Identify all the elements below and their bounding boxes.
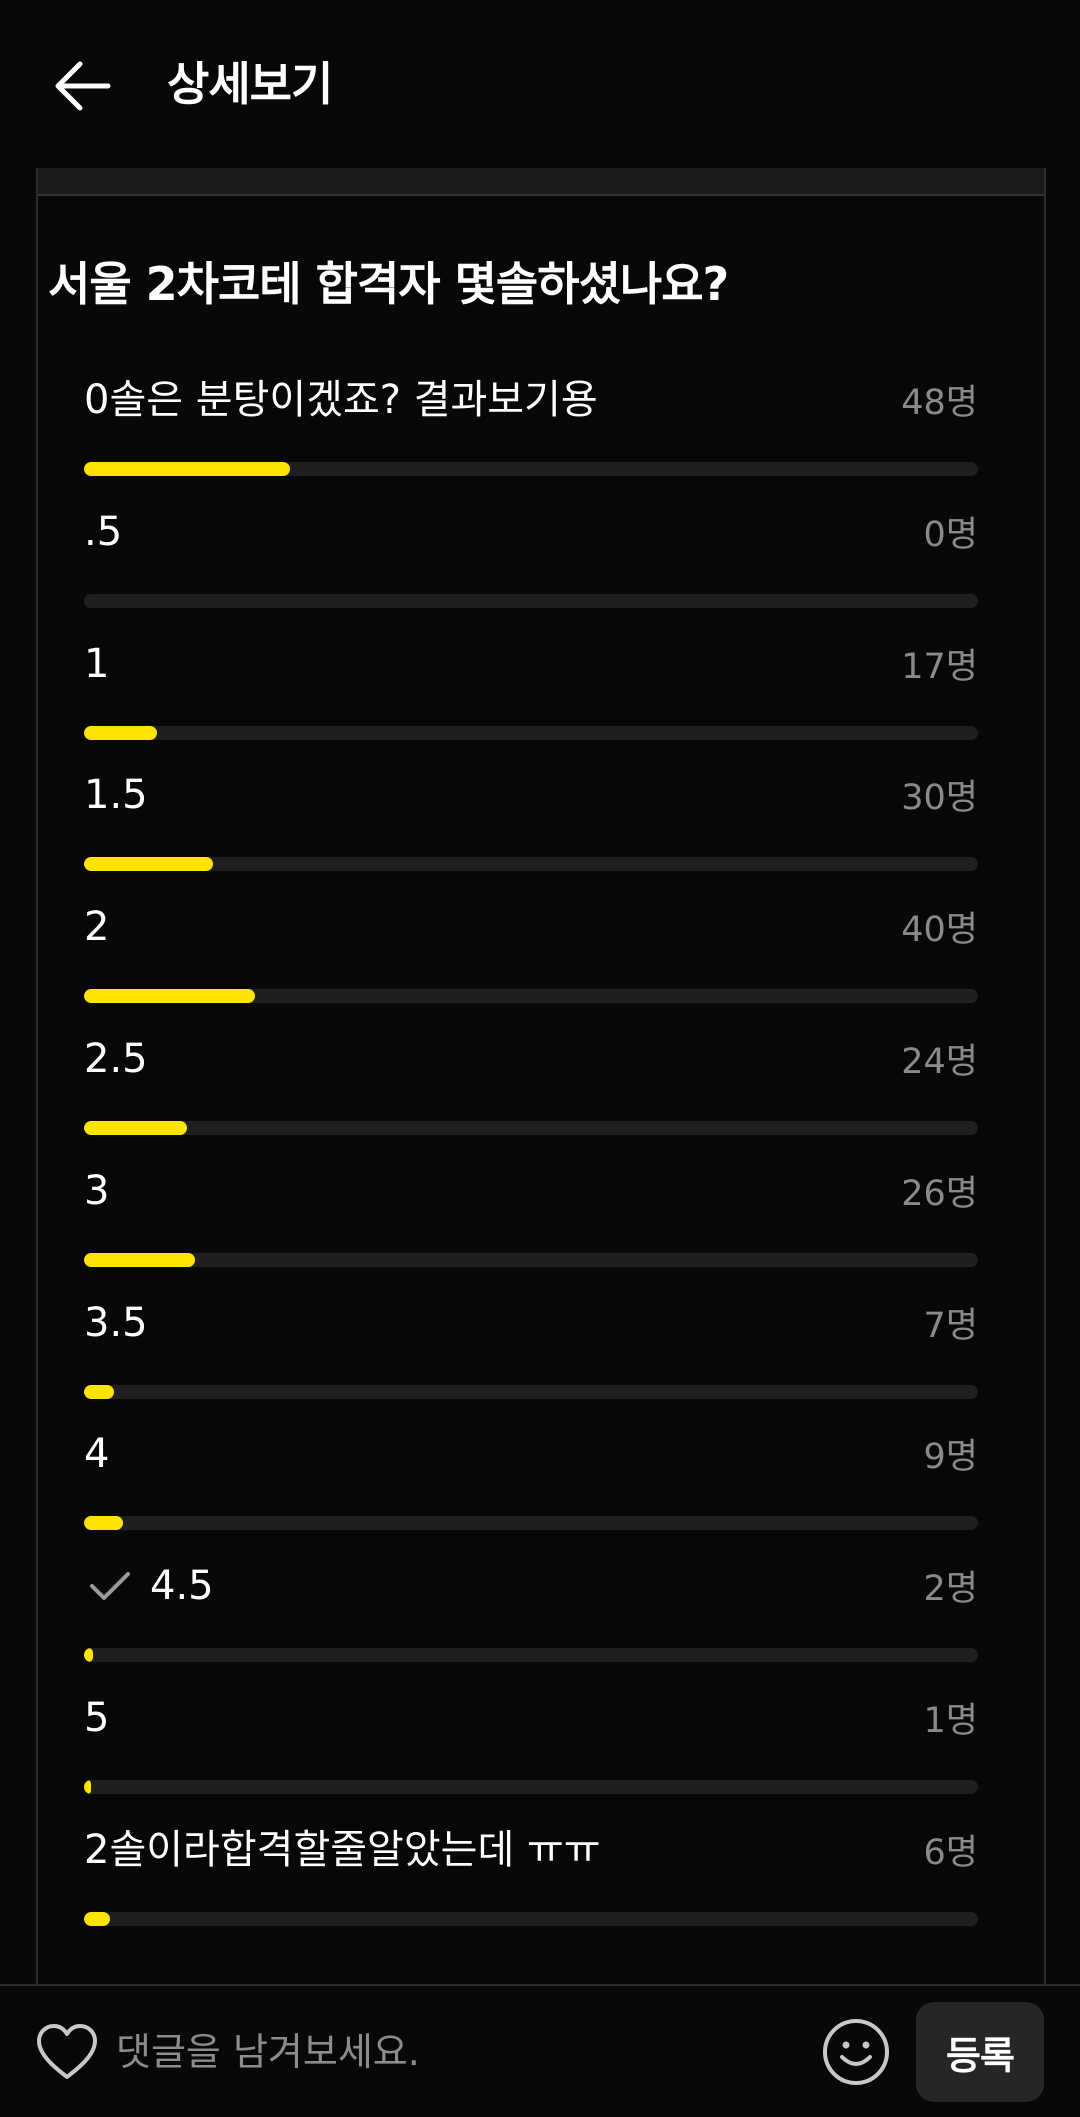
poll-option-label: 0솔은 분탕이겠죠? 결과보기용 [84, 377, 598, 423]
arrow-left-icon [55, 61, 111, 111]
poll-option[interactable]: 4.5 2명 [84, 1556, 978, 1676]
poll-option-bar-fill [84, 1780, 91, 1794]
poll-option[interactable]: .5 0명 [84, 502, 978, 622]
poll-option-vote-count: 30명 [901, 778, 978, 819]
poll-option-bar-track [84, 1780, 978, 1794]
poll-option-label-wrap: 1.5 [84, 765, 148, 825]
poll-option-bar-fill [84, 462, 290, 476]
poll-option-vote-count: 2명 [923, 1569, 978, 1610]
poll-option[interactable]: 3.5 7명 [84, 1293, 978, 1413]
poll-option-bar-fill [84, 1516, 123, 1531]
poll-option-bar-track [84, 725, 978, 740]
poll-option-label: 2 [84, 904, 110, 951]
poll-option-bar-track [84, 462, 978, 476]
poll-option[interactable]: 3 26명 [84, 1161, 978, 1281]
poll-option[interactable]: 0솔은 분탕이겠죠? 결과보기용 48명 [84, 370, 978, 490]
emoji-button[interactable] [820, 2016, 892, 2088]
poll-option-bar-fill [84, 1121, 187, 1135]
poll-option-label-wrap: 2솔이라합격할줄알았는데 ㅠㅠ [84, 1820, 601, 1880]
card-top-band [38, 168, 1044, 196]
poll-question: 서울 2차코테 합격자 몇솔하셨나요? [48, 257, 729, 311]
page-title: 상세보기 [167, 57, 333, 111]
poll-option-bar-fill [84, 1384, 114, 1399]
poll-option-bar-track [84, 857, 978, 872]
poll-option[interactable]: 5 1명 [84, 1688, 978, 1808]
poll-option[interactable]: 2솔이라합격할줄알았는데 ㅠㅠ 6명 [84, 1820, 978, 1940]
heart-outline-icon [37, 2024, 97, 2079]
poll-option-label: 3 [84, 1167, 110, 1214]
poll-option[interactable]: 1 17명 [84, 634, 978, 754]
poll-option-bar-fill [84, 857, 213, 872]
poll-option-bar-fill [84, 989, 256, 1004]
submit-comment-button[interactable]: 등록 [916, 2002, 1044, 2102]
poll-option-bar-track [84, 1121, 978, 1135]
poll-option-bar-track [84, 989, 978, 1004]
poll-option-label-wrap: 4.5 [84, 1556, 214, 1616]
comment-bar: 등록 [0, 1984, 1080, 2117]
poll-option-label-wrap: 5 [84, 1688, 109, 1748]
back-button[interactable] [44, 50, 120, 122]
top-app-bar: 상세보기 [0, 0, 1080, 168]
poll-option-label: 4.5 [150, 1563, 214, 1610]
poll-option-label-wrap: 2.5 [84, 1029, 148, 1089]
poll-option-label: 2솔이라합격할줄알았는데 ㅠㅠ [84, 1826, 601, 1873]
poll-option-bar-track [84, 593, 978, 608]
checkmark-icon [84, 1560, 136, 1612]
poll-option-bar-track [84, 1911, 978, 1926]
poll-option-label: 4 [84, 1431, 110, 1478]
poll-option-label: .5 [84, 508, 123, 555]
poll-option-bar-fill [84, 1648, 93, 1663]
poll-option-bar-fill [84, 1911, 110, 1926]
poll-option-label-wrap: 3.5 [84, 1293, 148, 1353]
poll-option[interactable]: 4 9명 [84, 1424, 978, 1544]
poll-option-bar-fill [84, 1252, 196, 1267]
poll-option-vote-count: 6명 [923, 1832, 978, 1873]
poll-option-vote-count: 48명 [901, 383, 978, 423]
smiley-icon [823, 2019, 889, 2085]
poll-option-label: 1.5 [84, 772, 148, 819]
poll-option-vote-count: 1명 [923, 1701, 978, 1741]
poll-option[interactable]: 1.5 30명 [84, 765, 978, 885]
like-button[interactable] [32, 2020, 102, 2084]
poll-option-bar-track [84, 1648, 978, 1663]
poll-option-label: 3.5 [84, 1299, 148, 1346]
poll-option-label-wrap: 4 [84, 1424, 109, 1484]
poll-option-bar-track [84, 1516, 978, 1531]
poll-option[interactable]: 2 40명 [84, 897, 978, 1017]
poll-option-label-wrap: 3 [84, 1161, 109, 1221]
comment-input[interactable] [116, 2018, 796, 2086]
poll-detail-screen: 상세보기 서울 2차코테 합격자 몇솔하셨나요? 0솔은 분탕이겠죠? 결과보기… [0, 0, 1080, 2117]
poll-option-label: 5 [84, 1695, 110, 1741]
poll-option-vote-count: 26명 [901, 1173, 978, 1214]
poll-option-label-wrap: 0솔은 분탕이겠죠? 결과보기용 [84, 370, 598, 430]
poll-option-vote-count: 24명 [901, 1042, 978, 1082]
poll-option-vote-count: 9명 [923, 1437, 978, 1478]
poll-option-vote-count: 17명 [901, 646, 978, 687]
poll-option-label: 2.5 [84, 1036, 148, 1082]
poll-option[interactable]: 2.5 24명 [84, 1029, 978, 1149]
poll-option-bar-track [84, 1384, 978, 1399]
poll-option-vote-count: 0명 [923, 514, 978, 555]
poll-option-vote-count: 7명 [923, 1305, 978, 1346]
poll-option-bar-fill [84, 725, 157, 740]
poll-option-bar-track [84, 1252, 978, 1267]
poll-option-label: 1 [84, 640, 110, 687]
poll-option-label-wrap: .5 [84, 502, 122, 562]
poll-option-vote-count: 40명 [901, 910, 978, 951]
poll-option-label-wrap: 2 [84, 897, 109, 957]
poll-option-label-wrap: 1 [84, 634, 109, 694]
